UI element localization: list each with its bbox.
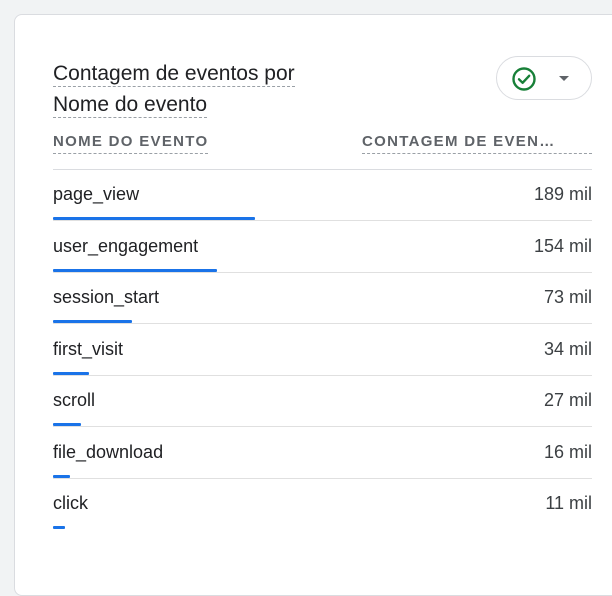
event-count: 16 mil — [543, 441, 592, 462]
check-circle-icon — [512, 67, 536, 91]
table-row[interactable]: first_visit 34 mil — [53, 325, 592, 376]
share-bar — [53, 526, 65, 529]
table-row[interactable]: scroll 27 mil — [53, 376, 592, 427]
table-row[interactable]: click 11 mil — [53, 479, 592, 530]
column-header-event-name[interactable]: NOME DO EVENTO — [53, 133, 209, 154]
event-count: 34 mil — [543, 338, 592, 359]
table-row[interactable]: page_view 189 mil — [53, 170, 592, 221]
table-row[interactable]: file_download 16 mil — [53, 428, 592, 479]
event-count: 154 mil — [533, 235, 592, 256]
event-name[interactable]: user_engagement — [53, 236, 198, 257]
event-count: 27 mil — [543, 390, 592, 410]
event-name[interactable]: session_start — [53, 287, 159, 308]
table-row[interactable]: session_start 73 mil — [53, 273, 592, 324]
event-name[interactable]: page_view — [53, 184, 139, 205]
table-row[interactable]: user_engagement 154 mil — [53, 222, 592, 273]
card-title[interactable]: Contagem de eventos por Nome do evento — [53, 58, 295, 120]
event-count: 189 mil — [533, 184, 592, 204]
caret-down-icon — [559, 76, 569, 81]
column-header-event-count[interactable]: CONTAGEM DE EVEN… — [362, 133, 592, 154]
event-count: 11 mil — [545, 493, 592, 513]
event-name[interactable]: scroll — [53, 390, 95, 411]
event-name[interactable]: first_visit — [53, 339, 123, 360]
event-count: 73 mil — [543, 287, 592, 307]
card-title-line1[interactable]: Contagem de eventos por — [53, 62, 295, 87]
event-name[interactable]: file_download — [53, 442, 163, 463]
event-name[interactable]: click — [53, 493, 88, 514]
data-status-dropdown[interactable] — [496, 56, 592, 100]
card-title-line2[interactable]: Nome do evento — [53, 93, 208, 118]
